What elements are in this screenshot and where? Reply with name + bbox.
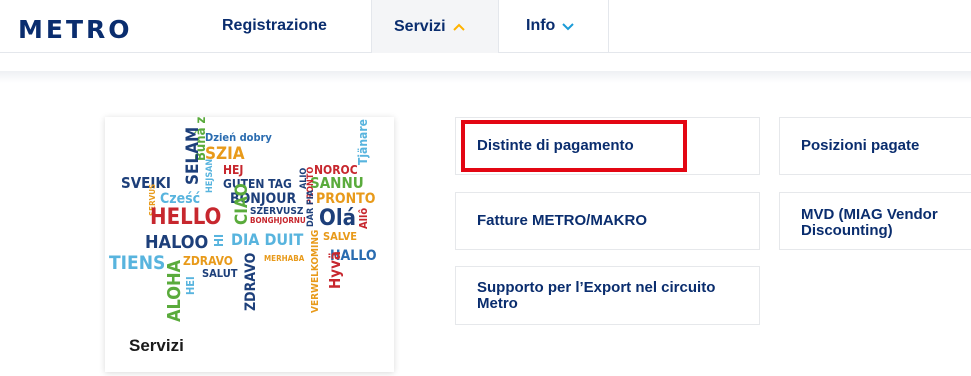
svg-text:ALOHA: ALOHA (164, 259, 185, 322)
svg-text:SELAM: SELAM (183, 127, 203, 185)
logo-letter: T (65, 15, 87, 44)
link-label: Supporto per l’Export nel circuito Metro (477, 278, 716, 312)
nav-servizi[interactable]: Servizi (371, 0, 499, 53)
svg-text:Olá: Olá (319, 206, 356, 231)
svg-text:Tjänare: Tjänare (356, 119, 370, 165)
card-title: Servizi (129, 336, 184, 355)
svg-text:Dzień dobry: Dzień dobry (205, 131, 272, 144)
link-posizioni-pagate[interactable]: Posizioni pagate (779, 117, 971, 175)
link-label: Posizioni pagate (801, 137, 920, 154)
svg-text:Hyvä: Hyvä (326, 251, 344, 289)
logo-letter: M (18, 15, 46, 44)
nav-label: Registrazione (222, 17, 327, 34)
svg-text:HELLO: HELLO (150, 205, 221, 230)
nav-label: Servizi (394, 17, 446, 35)
svg-text:HALOO: HALOO (145, 232, 208, 253)
logo-letter: O (108, 15, 133, 44)
logo-letter: R (86, 15, 109, 44)
chevron-up-icon (452, 23, 465, 31)
svg-text:TIENS: TIENS (109, 252, 165, 274)
link-label: MVD (MIAG Vendor Discounting) (801, 206, 938, 239)
link-fatture-metro-makro[interactable]: Fatture METRO/MAKRO (455, 192, 760, 250)
svg-text:HEI: HEI (184, 276, 197, 295)
logo-letter: E (45, 15, 66, 44)
nav-divider (608, 0, 609, 52)
link-supporto-export[interactable]: Supporto per l’Export nel circuito Metro (455, 266, 760, 325)
svg-text:ZDRAVO: ZDRAVO (243, 252, 259, 311)
nav-info[interactable]: Info (526, 0, 575, 52)
svg-text:PRONTO: PRONTO (316, 191, 376, 207)
svg-text:HEJSAN: HEJSAN (205, 159, 215, 193)
svg-text:HEJ: HEJ (223, 163, 243, 177)
metro-logo[interactable]: M E T R O (18, 17, 133, 42)
svg-text:SALVE: SALVE (323, 230, 357, 243)
svg-text:BONGHJORNU: BONGHJORNU (250, 216, 306, 225)
svg-text:Allô: Allô (357, 208, 370, 229)
svg-text:SALUT: SALUT (202, 267, 238, 280)
link-mvd[interactable]: MVD (MIAG Vendor Discounting) (779, 192, 971, 250)
svg-text:VERWELKOMING: VERWELKOMING (310, 230, 321, 313)
svg-text:SVEIKI: SVEIKI (121, 174, 171, 192)
multilingual-wordcloud-image: Bună ziua Dzień dobry SZIA SELAM HEJ NOR… (109, 117, 377, 322)
link-label: Fatture METRO/MAKRO (477, 212, 647, 229)
svg-text:SANNU: SANNU (310, 174, 364, 192)
svg-text:ZDRAVO: ZDRAVO (183, 254, 233, 268)
nav-label: Info (526, 17, 556, 34)
svg-text:HI: HI (212, 234, 226, 247)
svg-text:MERHABA: MERHABA (264, 254, 305, 263)
chevron-down-icon (562, 23, 575, 31)
svg-text:CIAO: CIAO (232, 183, 252, 225)
top-navigation-bar: M E T R O Registrazione Servizi Info (0, 0, 971, 53)
svg-text:DIA DUIT: DIA DUIT (231, 230, 303, 249)
nav-registrazione[interactable]: Registrazione (222, 0, 327, 52)
svg-text:DAR FIA: DAR FIA (306, 189, 316, 227)
dropdown-shadow (0, 71, 971, 83)
servizi-card[interactable]: Bună ziua Dzień dobry SZIA SELAM HEJ NOR… (105, 117, 394, 372)
highlight-box (461, 120, 687, 172)
